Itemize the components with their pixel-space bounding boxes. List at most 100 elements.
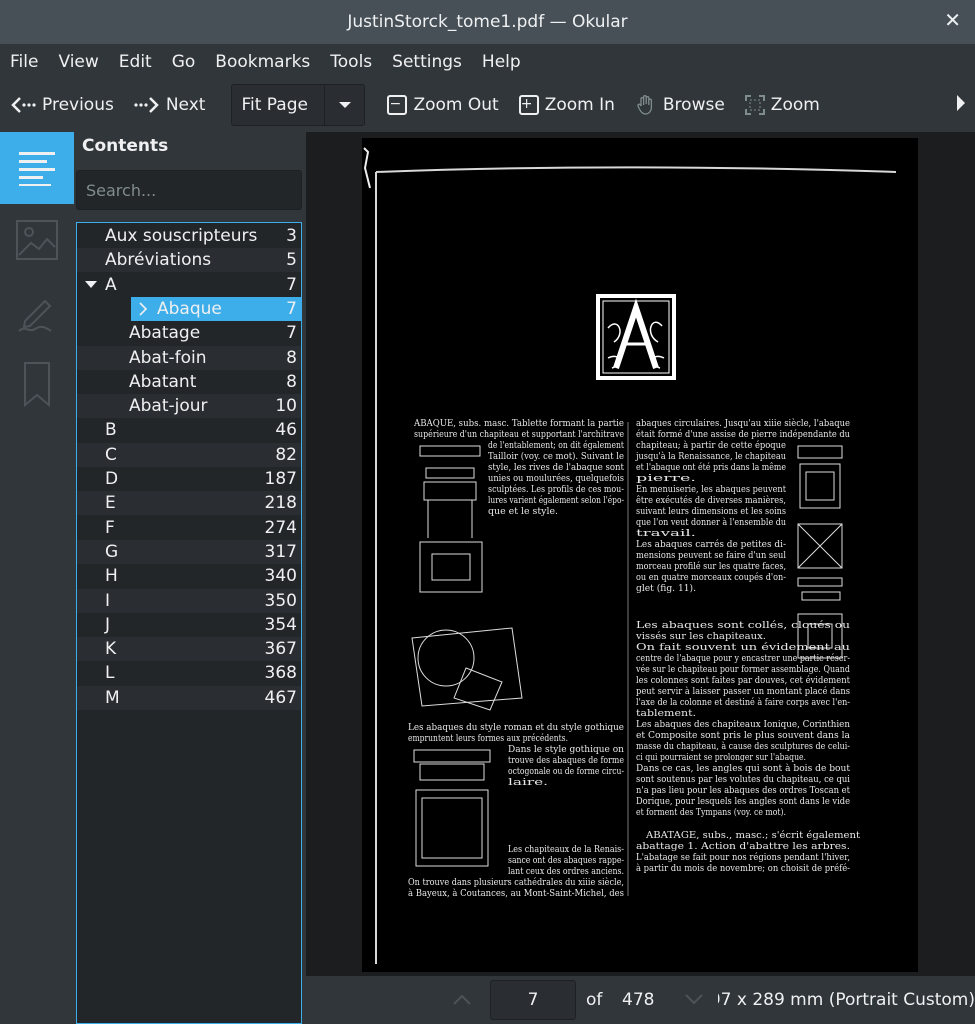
zoom-select[interactable]: Fit Page — [231, 84, 366, 126]
current-page-input[interactable]: 7 — [490, 980, 576, 1020]
zoom-in-button[interactable]: + Zoom In — [509, 85, 625, 125]
zoom-tool-label: Zoom — [770, 95, 820, 115]
page-text-line: Dans le style gothique on — [508, 745, 624, 755]
contents-item-label: Abaque — [157, 298, 222, 319]
zoom-in-icon: + — [518, 95, 539, 115]
menu-go[interactable]: Go — [162, 52, 206, 72]
menu-help[interactable]: Help — [472, 52, 531, 72]
menu-tools[interactable]: Tools — [320, 52, 382, 72]
contents-item[interactable]: D 187 — [77, 467, 301, 491]
contents-item[interactable]: J 354 — [77, 613, 301, 637]
page-text-line: Les abaques des chapiteaux Ionique, Cori… — [636, 720, 850, 730]
contents-item[interactable]: Abat-jour 10 — [77, 394, 301, 419]
contents-item[interactable]: Abatant 8 — [77, 370, 301, 394]
browse-button[interactable]: Browse — [625, 85, 735, 125]
page-down-icon[interactable] — [684, 994, 704, 1006]
contents-item[interactable]: Abatage 7 — [77, 321, 301, 345]
menu-settings[interactable]: Settings — [382, 52, 472, 72]
contents-item-label: Abatage — [129, 323, 201, 344]
contents-item[interactable]: H 340 — [77, 564, 301, 588]
document-page: ABAQUE, subs. masc. Tablette formant la … — [362, 138, 918, 972]
contents-item[interactable]: I 350 — [77, 588, 301, 613]
contents-item[interactable]: Abaque 7 — [131, 296, 301, 321]
contents-item[interactable]: G 317 — [77, 539, 301, 564]
contents-item[interactable]: Abréviations 5 — [77, 248, 301, 273]
contents-item[interactable]: C 82 — [77, 442, 301, 467]
contents-item[interactable]: L 368 — [77, 661, 301, 685]
page-text-line: glet (fig. 11). — [636, 583, 696, 594]
menu-edit[interactable]: Edit — [109, 52, 162, 72]
chevron-down-icon[interactable] — [324, 85, 364, 125]
contents-item[interactable]: Abat-foin 8 — [77, 345, 301, 370]
contents-search-input[interactable]: Search... — [76, 170, 302, 210]
contents-item[interactable]: M 467 — [77, 685, 301, 710]
contents-item-page: 317 — [264, 541, 297, 562]
main-toolbar: Previous Next Fit Page − Zoom Out + Zoom… — [0, 80, 975, 130]
zoom-out-button[interactable]: − Zoom Out — [377, 85, 508, 125]
contents-item-page: 10 — [275, 396, 297, 417]
menu-view[interactable]: View — [48, 52, 108, 72]
contents-item-label: H — [105, 566, 118, 587]
page-text-line: mensions peuvent se faire d'un seul — [636, 551, 786, 561]
contents-item-label: L — [105, 663, 115, 684]
sidebar-tab-bookmarks[interactable] — [0, 348, 74, 420]
page-text-line: sance ont des abaques rappe- — [508, 856, 624, 866]
page-text-line: suivant leurs dimensions et les soins — [636, 507, 786, 517]
contents-item-label: J — [105, 614, 111, 635]
current-page-value: 7 — [527, 990, 539, 1010]
page-size-value: 197 x 289 mm (Portrait Custom) — [718, 990, 975, 1010]
contents-item[interactable]: Aux souscripteurs 3 — [77, 224, 301, 248]
contents-item-label: Abatant — [129, 371, 197, 392]
expanded-arrow-icon[interactable] — [85, 280, 97, 288]
next-button[interactable]: Next — [124, 85, 216, 125]
contents-item-label: Abat-foin — [129, 347, 207, 368]
page-text-line: ci qui pourraient se prolonger sur l'aba… — [636, 753, 806, 763]
page-text-line: unies ou moulurées, quelquefois — [488, 473, 624, 484]
contents-item[interactable]: E 218 — [77, 491, 301, 516]
sidebar-tab-annotations[interactable] — [0, 276, 74, 348]
sidebar-tabs — [0, 132, 74, 1024]
contents-item-page: 340 — [264, 566, 297, 587]
previous-button[interactable]: Previous — [0, 85, 124, 125]
contents-item[interactable]: A7 — [77, 273, 301, 297]
page-text-line: à Bayeux, à Coutances, au Mont-Saint-Mic… — [408, 888, 624, 899]
page-text-line: ABAQUE, subs. masc. Tablette formant la … — [413, 419, 624, 429]
contents-item-page: 8 — [286, 347, 297, 368]
contents-item-page: 350 — [264, 590, 297, 611]
page-text-line: l'axe de la colonne et destiné à faire c… — [636, 697, 850, 708]
page-text-line: lant ceux des ordres anciens. — [508, 867, 624, 877]
toolbar-overflow-icon[interactable] — [955, 94, 975, 117]
menu-bookmarks[interactable]: Bookmarks — [205, 52, 320, 72]
page-text-line: style, les rives de l'abaque sont — [488, 463, 624, 473]
page-text-line: Tailloir (voy. ce mot). Suivant le — [488, 451, 624, 462]
page-text-line: que l'on veut donner à l'ensemble du — [636, 517, 786, 528]
menu-file[interactable]: File — [0, 52, 48, 72]
page-text-line: Dans ce cas, les angles qui sont à bois … — [636, 763, 850, 774]
thumbnails-icon — [16, 220, 58, 260]
page-text-line: à partir du mois de novembre; on choisit… — [636, 863, 850, 874]
contents-panel: Contents Search... Aux souscripteurs 3 Abr… — [74, 132, 306, 1024]
page-text-line: les colonnes sont faites par douves, cet… — [636, 675, 850, 686]
zoom-tool-button[interactable]: Zoom — [735, 85, 830, 125]
contents-item[interactable]: K 367 — [77, 637, 301, 662]
sidebar-tab-thumbnails[interactable] — [0, 204, 74, 276]
contents-item-label: I — [105, 590, 111, 611]
close-window-icon[interactable]: ✕ — [944, 8, 961, 32]
contents-item[interactable]: F 274 — [77, 516, 301, 540]
contents-item-label: Aux souscripteurs — [105, 226, 258, 246]
document-view[interactable]: ABAQUE, subs. masc. Tablette formant la … — [306, 132, 975, 976]
window-title: JustinStorck_tome1.pdf — Okular — [347, 12, 628, 32]
contents-item[interactable]: B 46 — [77, 418, 301, 442]
contents-item-page: 274 — [264, 517, 297, 538]
page-text-line: de l'entablement; on dit également — [488, 440, 624, 451]
contents-title: Contents — [82, 136, 169, 156]
page-up-icon[interactable] — [452, 993, 472, 1005]
page-text-line: et l'abaque ont été pris dans la même — [636, 462, 786, 473]
page-text-line: trouve des abaques de forme — [508, 756, 624, 766]
contents-tree[interactable]: Aux souscripteurs 3 Abréviations 5 A 7 Abaque 7… — [76, 222, 302, 1024]
contents-item-label: A — [105, 274, 117, 295]
sidebar-tab-contents[interactable] — [0, 132, 74, 204]
page-text-line: Les abaques carrés de petites di- — [636, 539, 786, 550]
window-titlebar: JustinStorck_tome1.pdf — Okular ✕ — [0, 0, 975, 44]
previous-icon — [11, 97, 36, 113]
